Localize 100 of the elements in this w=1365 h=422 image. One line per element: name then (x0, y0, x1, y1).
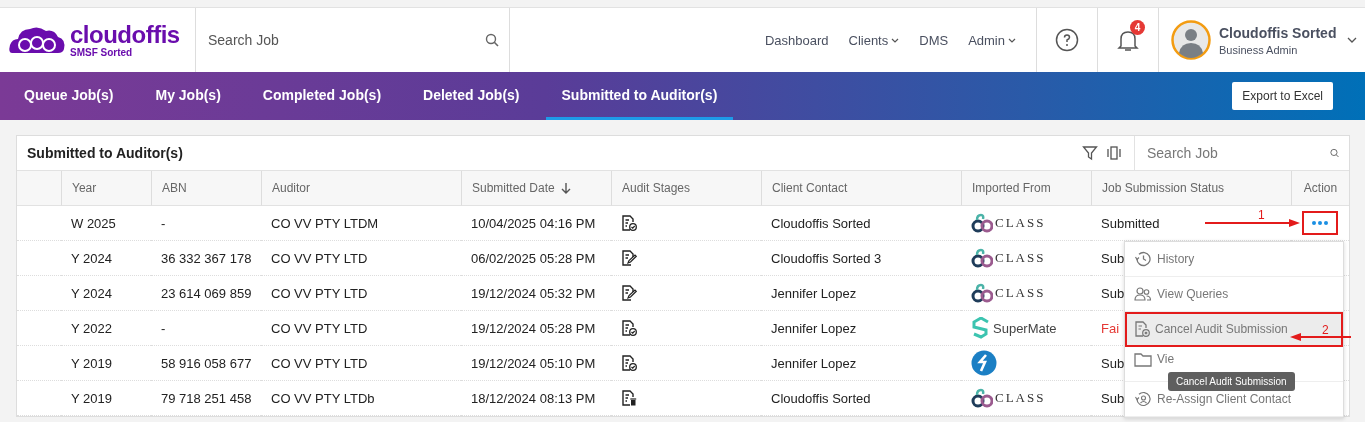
user-role: Business Admin (1219, 43, 1299, 56)
column-header[interactable]: Submitted Date (472, 181, 555, 195)
table-cell: 58 916 058 677 (161, 355, 252, 371)
tab[interactable]: Deleted Job(s) (407, 72, 536, 120)
search-field[interactable]: Search Job (206, 31, 485, 49)
user-cycle-icon (1134, 390, 1152, 408)
logo-text: SuperMate (993, 320, 1057, 336)
tab[interactable]: Queue Job(s) (8, 72, 130, 120)
table-cell: Sub (1101, 390, 1125, 406)
chain-logo-icon (971, 248, 993, 268)
more-button[interactable] (1302, 211, 1338, 235)
table-cell: Sub (1101, 285, 1125, 301)
table-cell: Cloudoffis Sorted (771, 390, 871, 406)
document-check-icon[interactable] (621, 354, 637, 372)
table-cell: 19/12/2024 05:10 PM (471, 355, 596, 371)
folder-icon (1134, 352, 1152, 367)
search-field[interactable]: Search Job (1145, 144, 1330, 162)
table-cell: CO VV PTY LTDM (271, 215, 379, 231)
chain-logo-icon (971, 388, 993, 408)
column-header[interactable]: Audit Stages (622, 181, 691, 195)
document-check-icon[interactable] (621, 214, 637, 232)
export-button[interactable]: Export to Excel (1232, 82, 1333, 110)
logo-text: CLASS (995, 390, 1046, 406)
history-icon (1134, 251, 1152, 267)
document-edit-icon[interactable] (621, 284, 637, 302)
sort-arrow-icon[interactable] (560, 182, 571, 194)
table-cell: Sub (1101, 250, 1125, 266)
table-cell: CO VV PTY LTD (271, 250, 368, 266)
column-header[interactable]: Job Submission Status (1102, 181, 1225, 195)
table-cell: Cloudoffis Sorted 3 (771, 250, 882, 266)
circle-logo-icon (971, 350, 997, 376)
menu-item[interactable]: History (1125, 242, 1343, 277)
logo-tagline: SMSF Sorted (70, 47, 134, 58)
tab[interactable]: Completed Job(s) (246, 72, 398, 120)
columns-icon[interactable] (1106, 145, 1122, 161)
search-icon (485, 33, 499, 47)
table-cell: 06/02/2025 05:28 PM (471, 250, 596, 266)
logo-text: CLASS (995, 250, 1046, 266)
table-cell: - (161, 320, 166, 336)
notification-badge: 4 (1130, 20, 1145, 35)
logo-name: cloudoffis (70, 22, 180, 47)
tab[interactable]: My Job(s) (139, 72, 237, 120)
annotation-arrow (1289, 332, 1351, 342)
avatar-icon[interactable] (1171, 20, 1211, 60)
table-cell: W 2025 (71, 215, 116, 231)
column-header[interactable]: Auditor (272, 181, 311, 195)
annotation-number: 2 (1322, 323, 1329, 337)
nav-link[interactable]: Admin (968, 32, 1016, 48)
users-icon (1134, 286, 1152, 302)
nav-link[interactable]: DMS (919, 32, 949, 48)
table-cell: 36 332 367 178 (161, 250, 252, 266)
logo-text: CLASS (995, 215, 1046, 231)
table-cell: 79 718 251 458 (161, 390, 252, 406)
annotation-number: 1 (1258, 208, 1265, 222)
table-cell: Y 2019 (71, 390, 112, 406)
table-cell: Jennifer Lopez (771, 285, 857, 301)
table-cell: 23 614 069 859 (161, 285, 252, 301)
table-cell: Jennifer Lopez (771, 320, 857, 336)
nav-link[interactable]: Dashboard (764, 32, 829, 48)
table-cell: 18/12/2024 08:13 PM (471, 390, 596, 406)
column-header[interactable]: Year (72, 181, 97, 195)
more-icon (1311, 220, 1329, 226)
chevron-icon (1008, 37, 1016, 43)
column-header[interactable]: Imported From (972, 181, 1051, 195)
table-cell: 10/04/2025 04:16 PM (471, 215, 596, 231)
table-cell: Fai (1101, 320, 1120, 336)
table-cell: Y 2019 (71, 355, 112, 371)
chevron-icon (891, 37, 900, 43)
document-delete-icon[interactable] (621, 389, 637, 407)
panel-title: Submitted to Auditor(s) (26, 145, 184, 161)
help-icon[interactable] (1055, 28, 1079, 52)
table-cell: Sub (1101, 355, 1125, 371)
column-header[interactable]: ABN (162, 181, 187, 195)
document-edit-icon[interactable] (621, 249, 637, 267)
table-cell: CO VV PTY LTD (271, 355, 368, 371)
table-cell: - (161, 215, 166, 231)
nav-link[interactable]: Clients (848, 32, 900, 48)
table-cell: 19/12/2024 05:28 PM (471, 320, 596, 336)
table-cell: Y 2022 (71, 320, 112, 336)
table-cell: Y 2024 (71, 250, 112, 266)
logo-text: CLASS (995, 285, 1046, 301)
table-cell: CO VV PTY LTD (271, 320, 368, 336)
column-header[interactable]: Action (1303, 181, 1338, 195)
chain-logo-icon (971, 283, 993, 303)
table-cell: 19/12/2024 05:32 PM (471, 285, 596, 301)
table-cell: CO VV PTY LTD (271, 285, 368, 301)
tooltip: Cancel Audit Submission (1168, 372, 1295, 391)
chevron-icon[interactable] (1347, 37, 1357, 43)
chain-logo-icon (971, 213, 993, 233)
table-cell: Submitted (1101, 215, 1160, 231)
table-cell: CO VV PTY LTDb (271, 390, 375, 406)
table-cell: Cloudoffis Sorted (771, 215, 871, 231)
table-cell: Jennifer Lopez (771, 355, 857, 371)
s-logo-icon (971, 317, 991, 339)
filter-icon[interactable] (1082, 145, 1098, 161)
table-cell: Y 2024 (71, 285, 112, 301)
column-header[interactable]: Client Contact (772, 181, 848, 195)
document-check-icon[interactable] (621, 319, 637, 337)
tab[interactable]: Submitted to Auditor(s) (545, 72, 734, 120)
document-cancel-icon (1134, 320, 1150, 338)
